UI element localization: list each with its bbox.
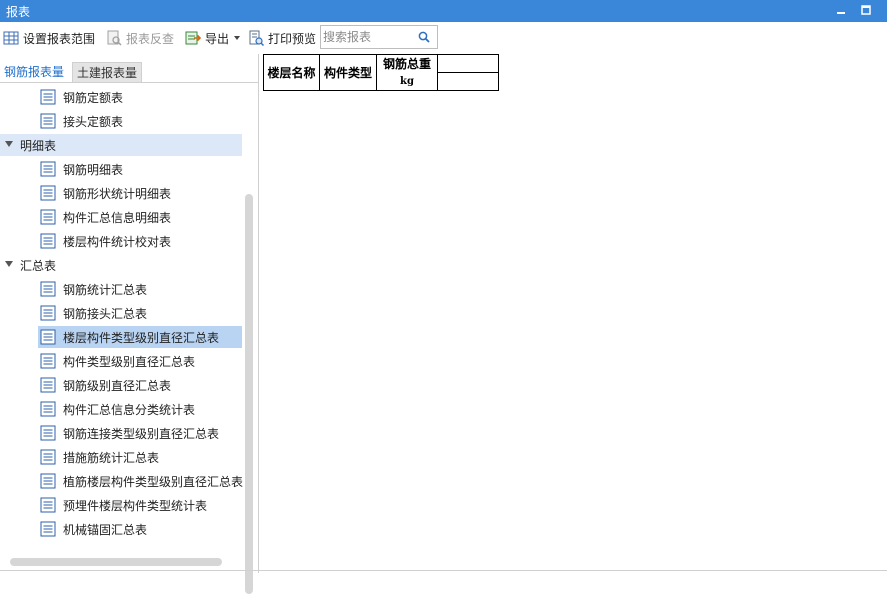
report-list-icon bbox=[40, 449, 56, 465]
maximize-icon bbox=[861, 5, 871, 15]
tree-item-label: 预埋件楼层构件类型统计表 bbox=[63, 498, 208, 513]
report-list-icon bbox=[40, 425, 56, 441]
minimize-icon bbox=[837, 12, 845, 14]
tree-item-label: 钢筋级别直径汇总表 bbox=[63, 378, 172, 393]
report-list-icon bbox=[40, 305, 56, 321]
export-label: 导出 bbox=[205, 31, 230, 46]
minimize-button[interactable] bbox=[832, 2, 850, 20]
tree-item[interactable]: 措施筋统计汇总表 bbox=[38, 446, 242, 468]
tree-horizontal-scrollbar[interactable] bbox=[10, 558, 222, 566]
report-tree: 钢筋定额表 接头定额表 明细表 钢筋明细表 钢筋形状统计明细表 构件汇总信息明细… bbox=[0, 84, 244, 564]
tree-group-label: 汇总表 bbox=[20, 258, 57, 273]
tree-item[interactable]: 钢筋级别直径汇总表 bbox=[38, 374, 242, 396]
header-empty-cell bbox=[437, 54, 499, 73]
toolbar: 设置报表范围 报表反查 导出 打印预览 bbox=[0, 22, 887, 55]
export-button[interactable]: 导出 bbox=[185, 29, 241, 47]
window-title: 报表 bbox=[6, 5, 31, 19]
tree-item[interactable]: 构件汇总信息明细表 bbox=[38, 206, 242, 228]
tree-group-label: 明细表 bbox=[20, 138, 57, 153]
reverse-lookup-button[interactable]: 报表反查 bbox=[106, 29, 174, 47]
tree-item-label: 楼层构件统计校对表 bbox=[63, 234, 172, 249]
tree-item[interactable]: 构件汇总信息分类统计表 bbox=[38, 398, 242, 420]
bottom-border bbox=[0, 570, 887, 571]
tree-item[interactable]: 钢筋接头汇总表 bbox=[38, 302, 242, 324]
tree-item-label: 钢筋明细表 bbox=[63, 162, 124, 177]
tree-item-label: 钢筋接头汇总表 bbox=[63, 306, 148, 321]
header-weight-unit: kg bbox=[376, 72, 438, 91]
tree-item[interactable]: 构件类型级别直径汇总表 bbox=[38, 350, 242, 372]
grid-settings-icon bbox=[3, 31, 19, 45]
header-empty-cell bbox=[437, 72, 499, 91]
report-list-icon bbox=[40, 497, 56, 513]
tree-item-label: 接头定额表 bbox=[63, 114, 124, 129]
export-icon bbox=[185, 31, 201, 45]
header-total-weight: 钢筋总重 bbox=[376, 54, 438, 73]
tree-item[interactable]: 接头定额表 bbox=[38, 110, 242, 132]
tree-item-label: 机械锚固汇总表 bbox=[63, 522, 148, 537]
tree-item-label: 钢筋定额表 bbox=[63, 90, 124, 105]
header-component-type: 构件类型 bbox=[319, 54, 377, 91]
reverse-lookup-label: 报表反查 bbox=[126, 31, 175, 46]
tree-item[interactable]: 钢筋明细表 bbox=[38, 158, 242, 180]
tree-item[interactable]: 预埋件楼层构件类型统计表 bbox=[38, 494, 242, 516]
tree-item[interactable]: 钢筋定额表 bbox=[38, 86, 242, 108]
report-list-icon bbox=[40, 161, 56, 177]
tree-item-label: 钢筋连接类型级别直径汇总表 bbox=[63, 426, 220, 441]
tree-item-label: 措施筋统计汇总表 bbox=[63, 450, 160, 465]
caret-down-icon bbox=[234, 36, 241, 40]
tree-item[interactable]: 钢筋形状统计明细表 bbox=[38, 182, 242, 204]
expand-arrow-icon[interactable] bbox=[5, 141, 13, 147]
print-preview-icon bbox=[249, 30, 264, 46]
report-list-icon bbox=[40, 185, 56, 201]
report-list-icon bbox=[40, 89, 56, 105]
tree-item[interactable]: 机械锚固汇总表 bbox=[38, 518, 242, 540]
report-list-icon bbox=[40, 353, 56, 369]
report-list-icon bbox=[40, 281, 56, 297]
tree-item-label: 构件类型级别直径汇总表 bbox=[63, 354, 196, 369]
report-list-icon bbox=[40, 233, 56, 249]
reverse-lookup-icon bbox=[107, 30, 122, 46]
report-list-icon bbox=[40, 113, 56, 129]
tree-item-selected[interactable]: 楼层构件类型级别直径汇总表 bbox=[38, 326, 242, 348]
tree-vertical-scrollbar[interactable] bbox=[245, 194, 253, 594]
tree-item-label: 楼层构件类型级别直径汇总表 bbox=[63, 330, 220, 345]
tree-item-label: 钢筋统计汇总表 bbox=[63, 282, 148, 297]
tree-item-label: 钢筋形状统计明细表 bbox=[63, 186, 172, 201]
report-tree-panel: 钢筋报表量 土建报表量 钢筋定额表 接头定额表 明细表 钢筋明细表 钢筋形状统计… bbox=[0, 54, 259, 594]
search-icon[interactable] bbox=[417, 30, 431, 44]
header-floor-name: 楼层名称 bbox=[263, 54, 320, 91]
tree-item[interactable]: 钢筋统计汇总表 bbox=[38, 278, 242, 300]
expand-arrow-icon[interactable] bbox=[5, 261, 13, 267]
tab-rebar-report[interactable]: 钢筋报表量 bbox=[0, 62, 69, 82]
report-list-icon bbox=[40, 209, 56, 225]
tree-group-detail[interactable]: 明细表 bbox=[0, 134, 242, 156]
set-range-label: 设置报表范围 bbox=[23, 31, 96, 46]
report-list-icon bbox=[40, 473, 56, 489]
report-search-box[interactable] bbox=[320, 25, 438, 49]
print-preview-button[interactable]: 打印预览 bbox=[248, 29, 316, 47]
tree-item[interactable]: 钢筋连接类型级别直径汇总表 bbox=[38, 422, 242, 444]
report-list-icon bbox=[40, 521, 56, 537]
report-search-input[interactable] bbox=[323, 28, 415, 46]
report-list-icon bbox=[40, 377, 56, 393]
maximize-button[interactable] bbox=[857, 2, 875, 20]
tree-item-label: 构件汇总信息分类统计表 bbox=[63, 402, 196, 417]
print-preview-label: 打印预览 bbox=[268, 31, 317, 46]
report-list-icon bbox=[40, 329, 56, 345]
tree-group-summary[interactable]: 汇总表 bbox=[0, 254, 242, 276]
tab-divider bbox=[0, 82, 258, 83]
tree-item-label: 植筋楼层构件类型级别直径汇总表 bbox=[63, 474, 244, 489]
report-list-icon bbox=[40, 401, 56, 417]
tree-item-label: 构件汇总信息明细表 bbox=[63, 210, 172, 225]
window-titlebar: 报表 bbox=[0, 0, 887, 22]
report-type-tabs: 钢筋报表量 土建报表量 bbox=[0, 60, 258, 83]
report-view: 楼层名称 构件类型 钢筋总重 kg bbox=[259, 54, 887, 573]
tree-item[interactable]: 楼层构件统计校对表 bbox=[38, 230, 242, 252]
set-range-button[interactable]: 设置报表范围 bbox=[3, 29, 95, 47]
report-table: 楼层名称 构件类型 钢筋总重 kg bbox=[263, 54, 499, 91]
tree-item[interactable]: 植筋楼层构件类型级别直径汇总表 bbox=[38, 470, 244, 492]
tab-civil-report[interactable]: 土建报表量 bbox=[72, 62, 143, 82]
